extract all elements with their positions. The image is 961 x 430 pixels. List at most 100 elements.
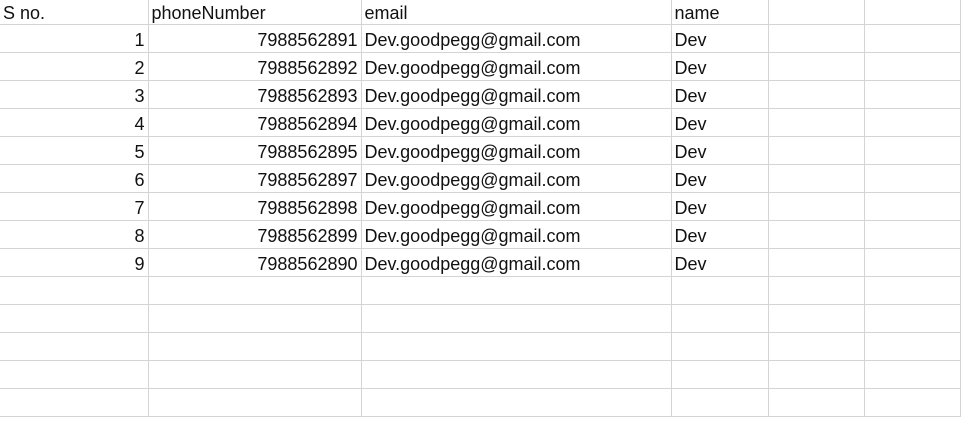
empty-cell[interactable] bbox=[0, 332, 149, 361]
name-cell[interactable]: Dev bbox=[671, 24, 769, 53]
empty-cell[interactable] bbox=[361, 276, 672, 305]
phone-cell[interactable]: 7988562893 bbox=[148, 80, 362, 109]
phone-cell[interactable]: 7988562891 bbox=[148, 24, 362, 53]
empty-cell[interactable] bbox=[864, 52, 961, 81]
empty-cell[interactable] bbox=[148, 304, 362, 333]
data-table: S no. phoneNumber email name 1 798856289… bbox=[0, 0, 961, 417]
name-cell[interactable]: Dev bbox=[671, 52, 769, 81]
sno-cell[interactable]: 4 bbox=[0, 108, 149, 137]
name-cell[interactable]: Dev bbox=[671, 248, 769, 277]
name-cell[interactable]: Dev bbox=[671, 108, 769, 137]
header-cell-sno[interactable]: S no. bbox=[0, 0, 149, 25]
spreadsheet-grid: S no. phoneNumber email name 1 798856289… bbox=[0, 0, 961, 430]
empty-cell[interactable] bbox=[148, 360, 362, 389]
empty-cell[interactable] bbox=[361, 332, 672, 361]
empty-cell[interactable] bbox=[768, 360, 865, 389]
empty-cell[interactable] bbox=[768, 136, 865, 165]
name-cell[interactable]: Dev bbox=[671, 192, 769, 221]
empty-cell[interactable] bbox=[148, 332, 362, 361]
header-row: S no. phoneNumber email name bbox=[0, 0, 961, 25]
email-cell[interactable]: Dev.goodpegg@gmail.com bbox=[361, 24, 672, 53]
email-cell[interactable]: Dev.goodpegg@gmail.com bbox=[361, 164, 672, 193]
empty-cell[interactable] bbox=[864, 24, 961, 53]
empty-cell[interactable] bbox=[148, 388, 362, 417]
sno-cell[interactable]: 6 bbox=[0, 164, 149, 193]
header-cell-email[interactable]: email bbox=[361, 0, 672, 25]
empty-cell[interactable] bbox=[768, 52, 865, 81]
empty-cell[interactable] bbox=[768, 304, 865, 333]
empty-cell[interactable] bbox=[0, 360, 149, 389]
header-cell-name[interactable]: name bbox=[671, 0, 769, 25]
empty-cell[interactable] bbox=[361, 304, 672, 333]
empty-cell[interactable] bbox=[864, 80, 961, 109]
phone-cell[interactable]: 7988562895 bbox=[148, 136, 362, 165]
empty-cell[interactable] bbox=[768, 248, 865, 277]
empty-cell[interactable] bbox=[864, 220, 961, 249]
empty-cell[interactable] bbox=[864, 136, 961, 165]
sno-cell[interactable]: 7 bbox=[0, 192, 149, 221]
sno-cell[interactable]: 3 bbox=[0, 80, 149, 109]
empty-cell[interactable] bbox=[671, 276, 769, 305]
empty-cell[interactable] bbox=[864, 304, 961, 333]
empty-cell[interactable] bbox=[768, 24, 865, 53]
empty-cell[interactable] bbox=[148, 276, 362, 305]
name-cell[interactable]: Dev bbox=[671, 80, 769, 109]
empty-cell[interactable] bbox=[768, 80, 865, 109]
empty-cell[interactable] bbox=[768, 388, 865, 417]
email-cell[interactable]: Dev.goodpegg@gmail.com bbox=[361, 192, 672, 221]
empty-cell[interactable] bbox=[864, 388, 961, 417]
sno-cell[interactable]: 2 bbox=[0, 52, 149, 81]
table-row: 3 7988562893 Dev.goodpegg@gmail.com Dev bbox=[0, 80, 961, 109]
email-cell[interactable]: Dev.goodpegg@gmail.com bbox=[361, 52, 672, 81]
table-row: 7 7988562898 Dev.goodpegg@gmail.com Dev bbox=[0, 192, 961, 221]
phone-cell[interactable]: 7988562899 bbox=[148, 220, 362, 249]
empty-cell[interactable] bbox=[864, 192, 961, 221]
empty-cell[interactable] bbox=[671, 388, 769, 417]
table-row: 1 7988562891 Dev.goodpegg@gmail.com Dev bbox=[0, 24, 961, 53]
empty-row bbox=[0, 332, 961, 361]
empty-cell[interactable] bbox=[0, 304, 149, 333]
empty-cell[interactable] bbox=[864, 276, 961, 305]
empty-cell[interactable] bbox=[864, 248, 961, 277]
table-row: 9 7988562890 Dev.goodpegg@gmail.com Dev bbox=[0, 248, 961, 277]
empty-cell[interactable] bbox=[671, 360, 769, 389]
empty-cell[interactable] bbox=[768, 276, 865, 305]
name-cell[interactable]: Dev bbox=[671, 164, 769, 193]
empty-cell[interactable] bbox=[768, 108, 865, 137]
phone-cell[interactable]: 7988562890 bbox=[148, 248, 362, 277]
empty-cell[interactable] bbox=[864, 0, 961, 25]
empty-cell[interactable] bbox=[671, 304, 769, 333]
empty-cell[interactable] bbox=[768, 220, 865, 249]
table-row: 4 7988562894 Dev.goodpegg@gmail.com Dev bbox=[0, 108, 961, 137]
empty-cell[interactable] bbox=[768, 192, 865, 221]
empty-cell[interactable] bbox=[768, 0, 865, 25]
empty-cell[interactable] bbox=[864, 108, 961, 137]
email-cell[interactable]: Dev.goodpegg@gmail.com bbox=[361, 220, 672, 249]
phone-cell[interactable]: 7988562898 bbox=[148, 192, 362, 221]
empty-cell[interactable] bbox=[361, 388, 672, 417]
empty-cell[interactable] bbox=[361, 360, 672, 389]
empty-cell[interactable] bbox=[864, 360, 961, 389]
empty-cell[interactable] bbox=[0, 388, 149, 417]
empty-cell[interactable] bbox=[864, 164, 961, 193]
phone-cell[interactable]: 7988562897 bbox=[148, 164, 362, 193]
sno-cell[interactable]: 1 bbox=[0, 24, 149, 53]
name-cell[interactable]: Dev bbox=[671, 136, 769, 165]
phone-cell[interactable]: 7988562892 bbox=[148, 52, 362, 81]
empty-row bbox=[0, 360, 961, 389]
email-cell[interactable]: Dev.goodpegg@gmail.com bbox=[361, 80, 672, 109]
email-cell[interactable]: Dev.goodpegg@gmail.com bbox=[361, 248, 672, 277]
header-cell-phone[interactable]: phoneNumber bbox=[148, 0, 362, 25]
empty-cell[interactable] bbox=[671, 332, 769, 361]
empty-cell[interactable] bbox=[768, 164, 865, 193]
empty-cell[interactable] bbox=[0, 276, 149, 305]
empty-cell[interactable] bbox=[864, 332, 961, 361]
name-cell[interactable]: Dev bbox=[671, 220, 769, 249]
email-cell[interactable]: Dev.goodpegg@gmail.com bbox=[361, 136, 672, 165]
sno-cell[interactable]: 5 bbox=[0, 136, 149, 165]
empty-cell[interactable] bbox=[768, 332, 865, 361]
phone-cell[interactable]: 7988562894 bbox=[148, 108, 362, 137]
email-cell[interactable]: Dev.goodpegg@gmail.com bbox=[361, 108, 672, 137]
sno-cell[interactable]: 9 bbox=[0, 248, 149, 277]
sno-cell[interactable]: 8 bbox=[0, 220, 149, 249]
